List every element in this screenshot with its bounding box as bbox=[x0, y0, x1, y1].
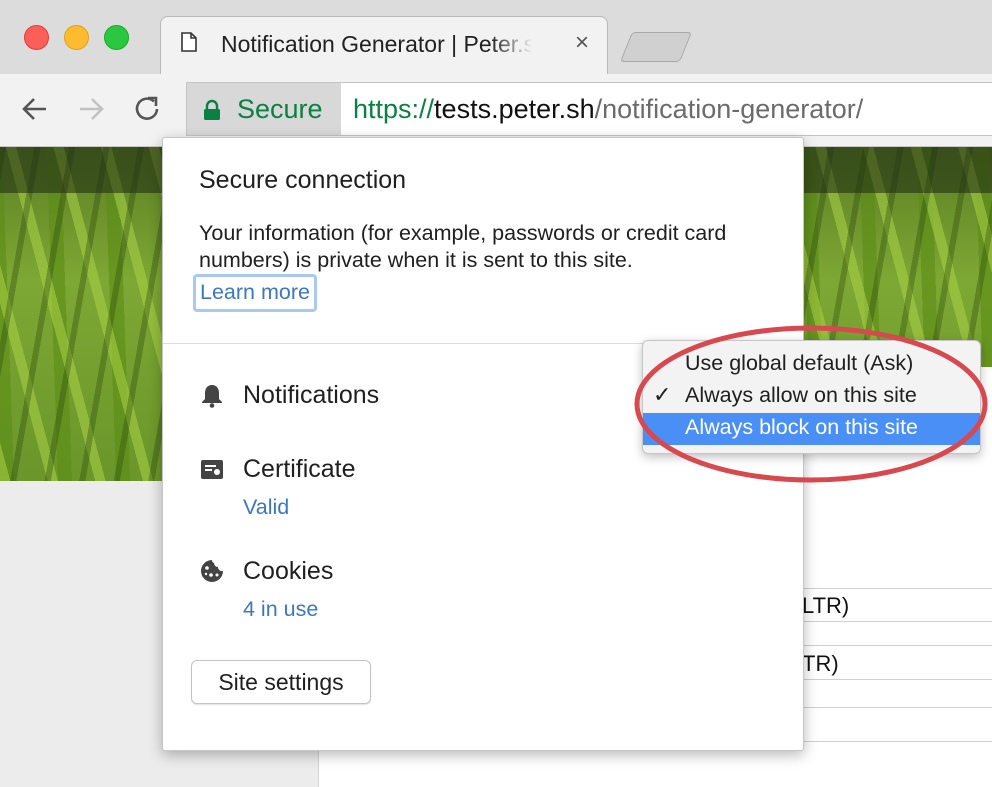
tab-title-fade bbox=[491, 27, 533, 61]
site-settings-button[interactable]: Site settings bbox=[191, 660, 371, 704]
certificate-label[interactable]: Certificate bbox=[243, 455, 356, 484]
tab-strip: Notification Generator | Peter.sh × bbox=[0, 0, 992, 75]
cookies-in-use-link[interactable]: 4 in use bbox=[243, 597, 318, 622]
lock-icon bbox=[204, 99, 220, 120]
security-indicator[interactable]: Secure bbox=[187, 83, 341, 135]
forward-button[interactable] bbox=[74, 92, 108, 126]
address-bar[interactable]: Secure https://tests.peter.sh/notificati… bbox=[186, 82, 992, 136]
url-text[interactable]: https://tests.peter.sh/notification-gene… bbox=[353, 94, 863, 125]
document-icon bbox=[181, 32, 197, 52]
new-tab-button[interactable] bbox=[619, 32, 693, 62]
url-scheme: https:// bbox=[353, 94, 435, 124]
browser-tab[interactable]: Notification Generator | Peter.sh × bbox=[160, 16, 608, 75]
back-button[interactable] bbox=[18, 92, 52, 126]
annotation-ellipse bbox=[634, 325, 988, 483]
close-window-button[interactable] bbox=[24, 25, 49, 50]
form-field-text: TR) bbox=[802, 651, 839, 676]
url-host: tests.peter.sh bbox=[434, 94, 595, 124]
forward-arrow-icon bbox=[80, 98, 104, 120]
back-arrow-icon bbox=[22, 98, 46, 120]
popup-description: Your information (for example, passwords… bbox=[199, 221, 727, 272]
bell-icon bbox=[202, 385, 222, 408]
minimize-window-button[interactable] bbox=[64, 25, 89, 50]
tab-close-icon[interactable]: × bbox=[575, 29, 589, 57]
certificate-status-link[interactable]: Valid bbox=[243, 495, 289, 520]
popup-title: Secure connection bbox=[199, 166, 407, 194]
fullscreen-window-button[interactable] bbox=[104, 25, 129, 50]
certificate-icon bbox=[201, 460, 223, 479]
learn-more-link[interactable]: Learn more bbox=[193, 274, 317, 312]
secure-label: Secure bbox=[237, 94, 323, 124]
reload-button[interactable] bbox=[130, 92, 164, 126]
cookie-icon bbox=[201, 560, 223, 582]
reload-icon bbox=[135, 96, 159, 120]
url-path: /notification-generator/ bbox=[594, 94, 864, 124]
cookies-label[interactable]: Cookies bbox=[243, 557, 333, 586]
tab-title: Notification Generator | Peter.sh bbox=[221, 31, 531, 57]
form-field-text: LTR) bbox=[802, 593, 850, 618]
notifications-label: Notifications bbox=[243, 381, 380, 409]
